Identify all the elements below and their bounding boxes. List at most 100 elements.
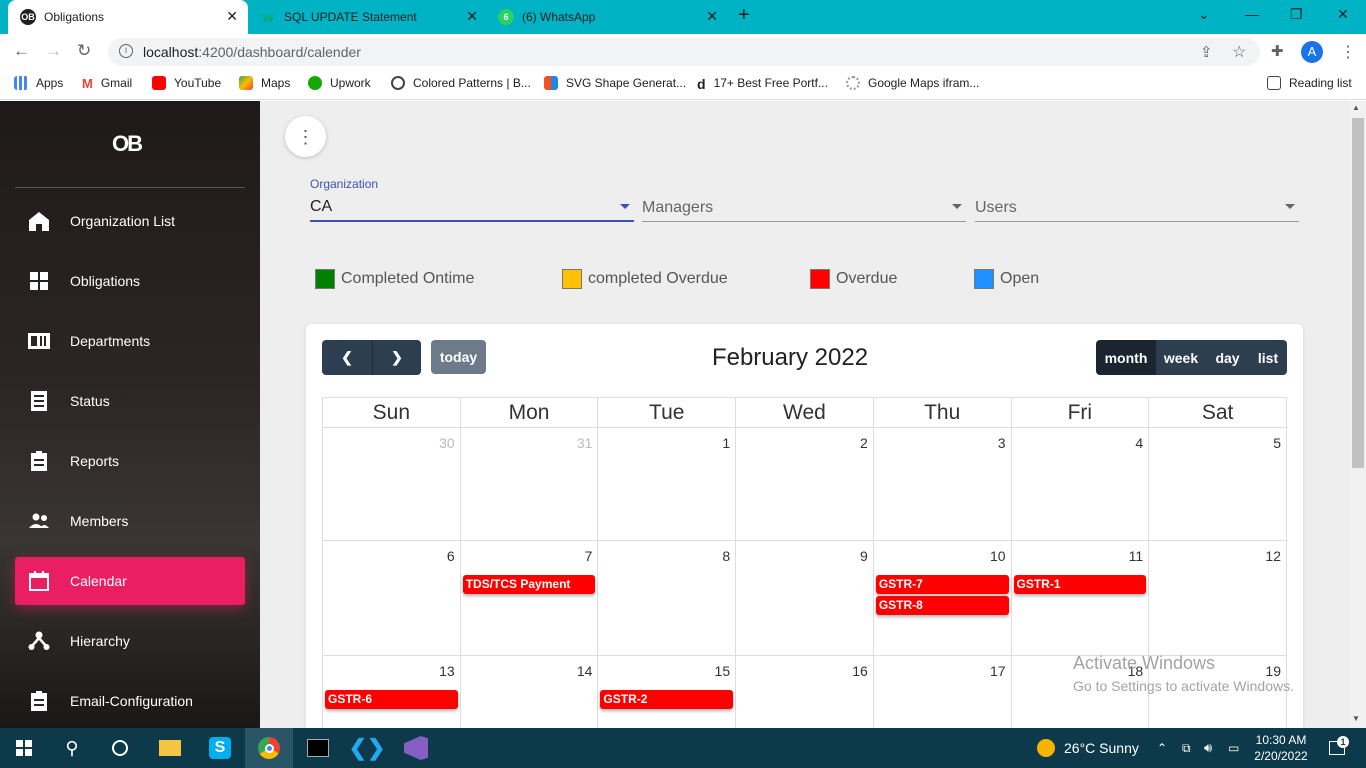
back-icon[interactable]: ← bbox=[13, 41, 30, 61]
prev-month-button[interactable]: ❮ bbox=[322, 340, 372, 375]
scroll-down-icon[interactable]: ▼ bbox=[1352, 714, 1360, 723]
search-icon[interactable]: ⚲ bbox=[48, 728, 96, 768]
sidebar-item-hierarchy[interactable]: Hierarchy bbox=[15, 617, 245, 665]
extensions-icon[interactable]: ✚ bbox=[1271, 42, 1284, 60]
view-week-button[interactable]: week bbox=[1156, 340, 1206, 375]
chrome-icon[interactable] bbox=[245, 728, 293, 768]
day-cell[interactable]: 30 bbox=[322, 427, 461, 541]
day-cell[interactable]: 15 GSTR-2 bbox=[597, 655, 737, 728]
day-number[interactable]: 10 bbox=[990, 548, 1006, 564]
maximize-icon[interactable]: ❐ bbox=[1290, 6, 1303, 23]
calendar-event[interactable]: GSTR-8 bbox=[875, 596, 1009, 615]
profile-avatar[interactable]: A bbox=[1301, 41, 1323, 63]
share-icon[interactable]: ⇪ bbox=[1200, 43, 1213, 61]
more-menu-icon[interactable]: ⋮ bbox=[1340, 42, 1356, 62]
bookmark-star-icon[interactable]: ☆ bbox=[1232, 42, 1246, 62]
day-number[interactable]: 8 bbox=[722, 548, 730, 564]
minimize-icon[interactable]: — bbox=[1245, 6, 1259, 22]
day-cell[interactable]: 14 bbox=[459, 655, 599, 728]
file-explorer-icon[interactable] bbox=[146, 728, 194, 768]
day-number[interactable]: 17 bbox=[990, 663, 1006, 679]
more-vert-icon[interactable]: ⋮ bbox=[285, 116, 326, 157]
organization-select[interactable]: CA bbox=[310, 194, 634, 222]
sidebar-item-status[interactable]: Status bbox=[15, 377, 245, 425]
windows-start-icon[interactable] bbox=[0, 728, 48, 768]
view-list-button[interactable]: list bbox=[1249, 340, 1287, 375]
calendar-event[interactable]: GSTR-6 bbox=[325, 690, 458, 709]
skype-icon[interactable]: S bbox=[196, 728, 244, 768]
day-number[interactable]: 5 bbox=[1273, 435, 1281, 451]
chevron-up-icon[interactable]: ⌃ bbox=[1157, 728, 1167, 768]
day-number[interactable]: 7 bbox=[585, 548, 593, 564]
day-cell[interactable]: 17 bbox=[872, 655, 1012, 728]
day-number[interactable]: 30 bbox=[439, 435, 455, 451]
day-cell[interactable]: 9 bbox=[735, 540, 874, 656]
bookmark-svg-shape[interactable]: SVG Shape Generat... bbox=[544, 76, 686, 90]
calendar-event[interactable]: GSTR-1 bbox=[1013, 575, 1147, 594]
network-icon[interactable]: ⧉ bbox=[1182, 728, 1191, 768]
sidebar-item-organization-list[interactable]: Organization List bbox=[15, 197, 245, 245]
scroll-up-icon[interactable]: ▲ bbox=[1352, 103, 1360, 112]
day-cell[interactable]: 10 GSTR-7 GSTR-8 bbox=[872, 540, 1012, 656]
day-cell[interactable]: 4 bbox=[1010, 427, 1150, 541]
day-number[interactable]: 2 bbox=[860, 435, 868, 451]
sidebar-item-departments[interactable]: Departments bbox=[15, 317, 245, 365]
day-number[interactable]: 31 bbox=[577, 435, 593, 451]
tab-search-icon[interactable]: ⌄ bbox=[1198, 6, 1210, 23]
tab-sql-update[interactable]: w SQL UPDATE Statement ✕ bbox=[248, 0, 488, 34]
day-cell[interactable]: 12 bbox=[1148, 540, 1287, 656]
day-cell[interactable]: 16 bbox=[735, 655, 874, 728]
bookmark-gmail[interactable]: M Gmail bbox=[82, 76, 132, 91]
day-number[interactable]: 4 bbox=[1135, 435, 1143, 451]
close-tab-icon[interactable]: ✕ bbox=[706, 8, 718, 25]
day-number[interactable]: 16 bbox=[852, 663, 868, 679]
calendar-event[interactable]: TDS/TCS Payment bbox=[462, 575, 596, 594]
day-number[interactable]: 11 bbox=[1129, 548, 1144, 564]
weather-text[interactable]: 26°C Sunny bbox=[1064, 728, 1139, 768]
bookmark-upwork[interactable]: Upwork bbox=[308, 76, 371, 90]
day-cell[interactable]: 31 bbox=[459, 427, 599, 541]
new-tab-button[interactable]: + bbox=[738, 4, 750, 27]
url-text[interactable]: localhost:4200/dashboard/calender bbox=[143, 44, 361, 60]
day-number[interactable]: 14 bbox=[577, 663, 593, 679]
bookmark-maps[interactable]: Maps bbox=[239, 76, 290, 90]
day-number[interactable]: 15 bbox=[715, 663, 731, 679]
bookmark-youtube[interactable]: YouTube bbox=[152, 76, 221, 90]
bookmark-apps[interactable]: Apps bbox=[14, 76, 63, 90]
sun-weather-icon[interactable] bbox=[1036, 728, 1056, 768]
tab-obligations[interactable]: OB Obligations ✕ bbox=[8, 0, 248, 34]
managers-select[interactable]: Managers bbox=[642, 194, 966, 222]
sidebar-item-members[interactable]: Members bbox=[15, 497, 245, 545]
day-cell[interactable]: 13 GSTR-6 bbox=[322, 655, 461, 728]
day-number[interactable]: 1 bbox=[722, 435, 730, 451]
visual-studio-icon[interactable] bbox=[392, 728, 440, 768]
day-cell[interactable]: 3 bbox=[872, 427, 1012, 541]
forward-icon[interactable]: → bbox=[45, 41, 62, 61]
calendar-event[interactable]: GSTR-7 bbox=[875, 575, 1009, 594]
sidebar-item-calendar[interactable]: Calendar bbox=[15, 557, 245, 605]
app-logo[interactable]: OB bbox=[112, 131, 143, 157]
view-day-button[interactable]: day bbox=[1206, 340, 1249, 375]
day-cell[interactable]: 1 bbox=[597, 427, 737, 541]
close-tab-icon[interactable]: ✕ bbox=[226, 8, 238, 25]
sidebar-item-obligations[interactable]: Obligations bbox=[15, 257, 245, 305]
battery-icon[interactable]: ▭ bbox=[1228, 728, 1239, 768]
close-tab-icon[interactable]: ✕ bbox=[466, 8, 478, 25]
sidebar-item-reports[interactable]: Reports bbox=[15, 437, 245, 485]
calendar-event[interactable]: GSTR-2 bbox=[600, 690, 734, 709]
day-cell[interactable]: 8 bbox=[597, 540, 737, 656]
scrollbar-thumb[interactable] bbox=[1352, 118, 1364, 468]
today-button[interactable]: today bbox=[431, 340, 486, 374]
users-select[interactable]: Users bbox=[975, 194, 1299, 222]
notification-icon[interactable]: 1 bbox=[1322, 728, 1352, 768]
speaker-icon[interactable]: 🔊︎ bbox=[1204, 728, 1212, 768]
day-number[interactable]: 3 bbox=[998, 435, 1006, 451]
day-number[interactable]: 9 bbox=[860, 548, 868, 564]
bookmark-portfolio[interactable]: d 17+ Best Free Portf... bbox=[697, 76, 828, 92]
task-view-icon[interactable] bbox=[96, 728, 144, 768]
info-icon[interactable]: i bbox=[119, 44, 133, 58]
close-window-icon[interactable]: ✕ bbox=[1337, 6, 1349, 23]
day-cell[interactable]: 7 TDS/TCS Payment bbox=[459, 540, 599, 656]
bookmark-colored-patterns[interactable]: Colored Patterns | B... bbox=[391, 76, 531, 90]
reload-icon[interactable]: ↻ bbox=[77, 41, 91, 61]
